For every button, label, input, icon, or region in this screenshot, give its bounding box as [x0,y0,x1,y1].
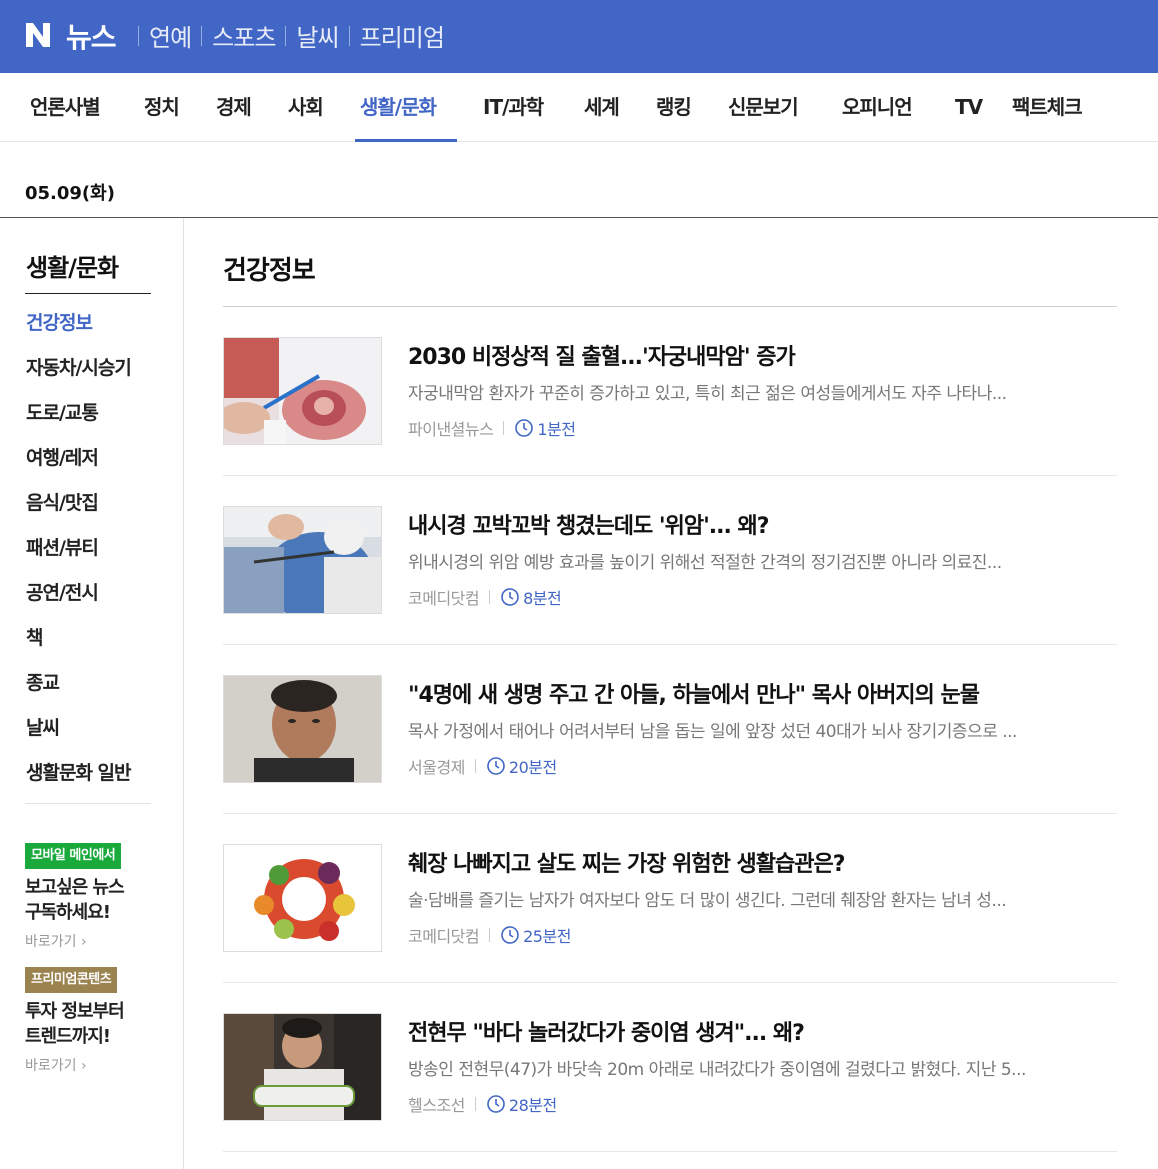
article-thumbnail[interactable] [223,337,382,445]
article-summary[interactable]: 방송인 전현무(47)가 바닷속 20m 아래로 내려갔다가 중이염에 걸렸다고… [408,1055,1117,1080]
category-tab-economy[interactable]: 경제 [216,73,252,142]
sidebar: 생활/문화 건강정보 자동차/시승기 도로/교통 여행/레저 음식/맛집 패션/… [0,218,184,1169]
article-item: 2030 비정상적 질 출혈...'자궁내막암' 증가 자궁내막암 환자가 꾸준… [223,307,1117,476]
article-time: 1분전 [537,420,576,439]
current-date: 05.09(화) [25,183,115,204]
chevron-right-icon: › [80,1058,87,1074]
article-press[interactable]: 코메디닷컴 [408,585,480,609]
sidebar-item-books[interactable]: 책 [26,623,44,650]
category-tab-opinion[interactable]: 오피니언 [842,73,913,142]
category-tab-life-culture[interactable]: 생활/문화 [360,73,437,142]
clock-icon [487,757,505,775]
category-tab-world[interactable]: 세계 [584,73,620,142]
article-thumbnail[interactable] [223,675,382,783]
article-thumbnail[interactable] [223,1013,382,1121]
news-logo-text[interactable]: 뉴스 [66,16,117,56]
category-tab-factcheck[interactable]: 팩트체크 [1012,73,1083,142]
category-nav: 언론사별 정치 경제 사회 생활/문화 IT/과학 세계 랭킹 신문보기 오피니… [0,73,1158,142]
category-tab-politics[interactable]: 정치 [144,73,180,142]
article-press[interactable]: 코메디닷컴 [408,923,480,947]
category-tab-it-science[interactable]: IT/과학 [483,73,544,142]
divider [489,590,491,604]
category-tab-press[interactable]: 언론사별 [30,73,101,142]
clock-icon [501,926,519,944]
sidebar-title[interactable]: 생활/문화 [26,248,119,283]
sidebar-item-fashion[interactable]: 패션/뷰티 [26,533,99,560]
article-item: "4명에 새 생명 주고 간 아들, 하늘에서 만나" 목사 아버지의 눈물 목… [223,645,1117,814]
promo-link-label: 바로가기 [25,1058,77,1074]
clock-icon [515,419,534,437]
article-meta: 헬스조선 28분전 [408,1092,557,1116]
article-press[interactable]: 헬스조선 [408,1092,465,1116]
article-item: 췌장 나빠지고 살도 찌는 가장 위험한 생활습관은? 술·담배를 즐기는 남자… [223,814,1117,983]
promo-badge-mobile: 모바일 메인에서 [25,843,122,869]
promo-link-label: 바로가기 [25,934,77,950]
article-item: 내시경 꼬박꼬박 챙겼는데도 '위암'... 왜? 위내시경의 위암 예방 효과… [223,476,1117,645]
top-bar: 뉴스 연예 스포츠 날씨 프리미엄 [0,0,1158,73]
article-summary[interactable]: 위내시경의 위암 예방 효과를 높이기 위해선 적절한 간격의 정기검진뿐 아니… [408,548,1117,573]
article-time: 25분전 [523,927,571,946]
divider [474,759,476,773]
article-headline[interactable]: 내시경 꼬박꼬박 챙겼는데도 '위암'... 왜? [408,508,770,540]
sidebar-item-travel[interactable]: 여행/레저 [26,443,99,470]
article-meta: 서울경제 20분전 [408,754,557,778]
article-thumbnail[interactable] [223,506,382,614]
promo-badge-premium: 프리미엄콘텐츠 [25,967,118,993]
article-headline[interactable]: "4명에 새 생명 주고 간 아들, 하늘에서 만나" 목사 아버지의 눈물 [408,677,980,709]
article-time: 20분전 [508,758,557,777]
article-summary[interactable]: 목사 가정에서 태어나 어려서부터 남을 돕는 일에 앞장 섰던 40대가 뇌사… [408,717,1117,742]
article-thumbnail[interactable] [223,844,382,952]
naver-n-logo-icon[interactable] [24,21,52,49]
sidebar-item-religion[interactable]: 종교 [26,668,60,695]
sidebar-title-divider [25,293,151,294]
article-item: 전현무 "바다 놀러갔다가 중이염 생겨"... 왜? 방송인 전현무(47)가… [223,983,1117,1152]
sidebar-item-food[interactable]: 음식/맛집 [26,488,99,515]
sidebar-item-weather[interactable]: 날씨 [26,713,60,740]
promo-shortcut-link[interactable]: 바로가기 › [25,1055,87,1075]
category-tab-newspaper[interactable]: 신문보기 [728,73,799,142]
article-summary[interactable]: 자궁내막암 환자가 꾸준히 증가하고 있고, 특히 최근 젊은 여성들에게서도 … [408,379,1117,404]
sidebar-item-traffic[interactable]: 도로/교통 [26,398,99,425]
sidebar-item-performance[interactable]: 공연/전시 [26,578,99,605]
divider [474,1097,476,1111]
top-link-premium[interactable]: 프리미엄 [350,18,454,53]
sidebar-item-general[interactable]: 생활문화 일반 [26,758,131,785]
divider [489,928,491,942]
article-time: 28분전 [508,1096,557,1115]
top-link-weather[interactable]: 날씨 [286,18,348,53]
article-headline[interactable]: 2030 비정상적 질 출혈...'자궁내막암' 증가 [408,339,796,371]
article-meta: 파이낸셜뉴스 1분전 [408,416,576,440]
date-row: 05.09(화) [0,142,1158,218]
article-time: 8분전 [523,589,562,608]
article-press[interactable]: 서울경제 [408,754,465,778]
sidebar-item-health[interactable]: 건강정보 [26,308,93,335]
promo-shortcut-link[interactable]: 바로가기 › [25,931,87,951]
category-tab-ranking[interactable]: 랭킹 [656,73,692,142]
divider [503,421,505,435]
article-press[interactable]: 파이낸셜뉴스 [408,416,494,440]
chevron-right-icon: › [80,934,87,950]
article-headline[interactable]: 췌장 나빠지고 살도 찌는 가장 위험한 생활습관은? [408,846,846,878]
top-link-sports[interactable]: 스포츠 [202,18,285,53]
top-link-entertainment[interactable]: 연예 [139,18,201,53]
article-meta: 코메디닷컴 25분전 [408,923,571,947]
section-title: 건강정보 [223,256,316,286]
category-tab-society[interactable]: 사회 [288,73,324,142]
top-links: 연예 스포츠 날씨 프리미엄 [138,18,454,53]
promo-text-line1[interactable]: 투자 정보부터 [25,1000,125,1024]
sidebar-item-cars[interactable]: 자동차/시승기 [26,353,132,380]
sidebar-divider [25,803,151,804]
article-summary[interactable]: 술·담배를 즐기는 남자가 여자보다 암도 더 많이 생긴다. 그런데 췌장암 … [408,886,1117,911]
clock-icon [487,1095,505,1113]
promo-text-line2[interactable]: 트렌드까지! [25,1025,111,1049]
article-headline[interactable]: 전현무 "바다 놀러갔다가 중이염 생겨"... 왜? [408,1015,805,1047]
promo-text-line1[interactable]: 보고싶은 뉴스 [25,876,125,900]
article-meta: 코메디닷컴 8분전 [408,585,562,609]
category-tab-tv[interactable]: TV [955,73,983,142]
clock-icon [501,588,519,606]
promo-text-line2[interactable]: 구독하세요! [25,901,111,925]
